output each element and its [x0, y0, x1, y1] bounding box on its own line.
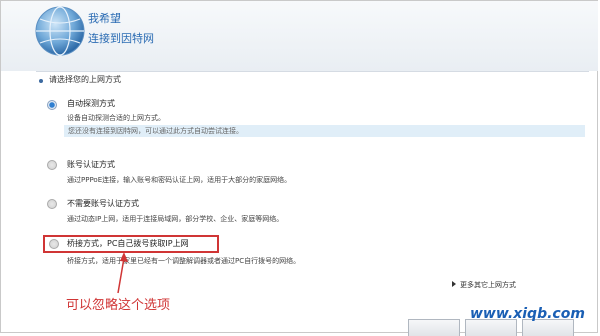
prev-button[interactable] [408, 319, 460, 336]
annotation-text: 可以忽略这个选项 [66, 298, 171, 313]
watermark-text: www.xiqb.com [470, 306, 585, 322]
more-methods-link[interactable]: 更多其它上网方式 [460, 280, 516, 290]
triangle-right-icon [452, 281, 456, 287]
